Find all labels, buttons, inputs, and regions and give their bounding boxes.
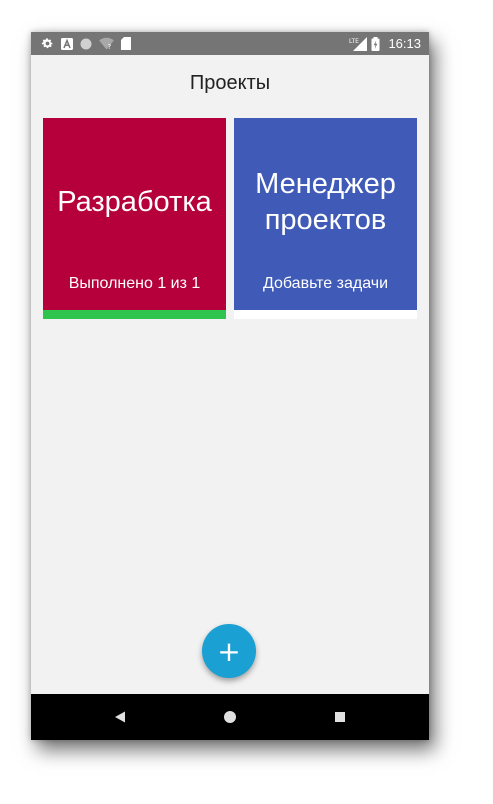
- back-icon: [115, 711, 125, 723]
- a-badge-icon: [61, 37, 73, 50]
- recents-icon: [335, 712, 345, 722]
- home-icon: [224, 711, 236, 723]
- wifi-question-icon: ?: [99, 37, 114, 50]
- project-name-line: проектов: [264, 204, 387, 236]
- project-progress-fill: [43, 310, 226, 319]
- plus-icon: +: [217, 634, 241, 668]
- home-button[interactable]: [221, 708, 239, 726]
- project-name: Разработка: [57, 186, 212, 218]
- svg-text:?: ?: [108, 43, 112, 50]
- project-name-line: Менеджер: [255, 168, 396, 200]
- recents-button[interactable]: [331, 708, 349, 726]
- sd-card-icon: [121, 37, 131, 50]
- gear-icon: [41, 37, 54, 50]
- project-name: Менеджер проектов: [234, 166, 417, 238]
- project-status: Добавьте задачи: [262, 275, 389, 292]
- project-progress-bar: [43, 310, 226, 319]
- status-right-icons: LTE 16:13: [349, 36, 421, 51]
- page-title: Проекты: [189, 72, 271, 94]
- project-progress-bar: [234, 310, 417, 319]
- back-button[interactable]: [111, 708, 129, 726]
- battery-icon: [371, 36, 380, 51]
- project-card-development[interactable]: Разработка Выполнено 1 из 1: [43, 118, 226, 319]
- project-card-body: Разработка Выполнено 1 из 1: [43, 118, 226, 310]
- status-left-icons: ?: [41, 37, 131, 50]
- project-card-body: Менеджер проектов Добавьте задачи: [234, 118, 417, 310]
- navigation-bar: [31, 694, 429, 740]
- status-bar: ? LTE 16:13: [31, 32, 429, 55]
- project-card-project-manager[interactable]: Менеджер проектов Добавьте задачи: [234, 118, 417, 319]
- status-clock: 16:13: [388, 36, 421, 51]
- phone-screen: ? LTE 16:13 Проекты Разработка Выполнено…: [31, 32, 429, 740]
- network-type-label: LTE: [349, 38, 359, 45]
- signal-icon: LTE: [349, 36, 368, 51]
- add-project-button[interactable]: +: [202, 624, 256, 678]
- circle-icon: [80, 38, 92, 50]
- project-status: Выполнено 1 из 1: [68, 275, 201, 292]
- screenshot-stage: ? LTE 16:13 Проекты Разработка Выполнено…: [0, 0, 493, 804]
